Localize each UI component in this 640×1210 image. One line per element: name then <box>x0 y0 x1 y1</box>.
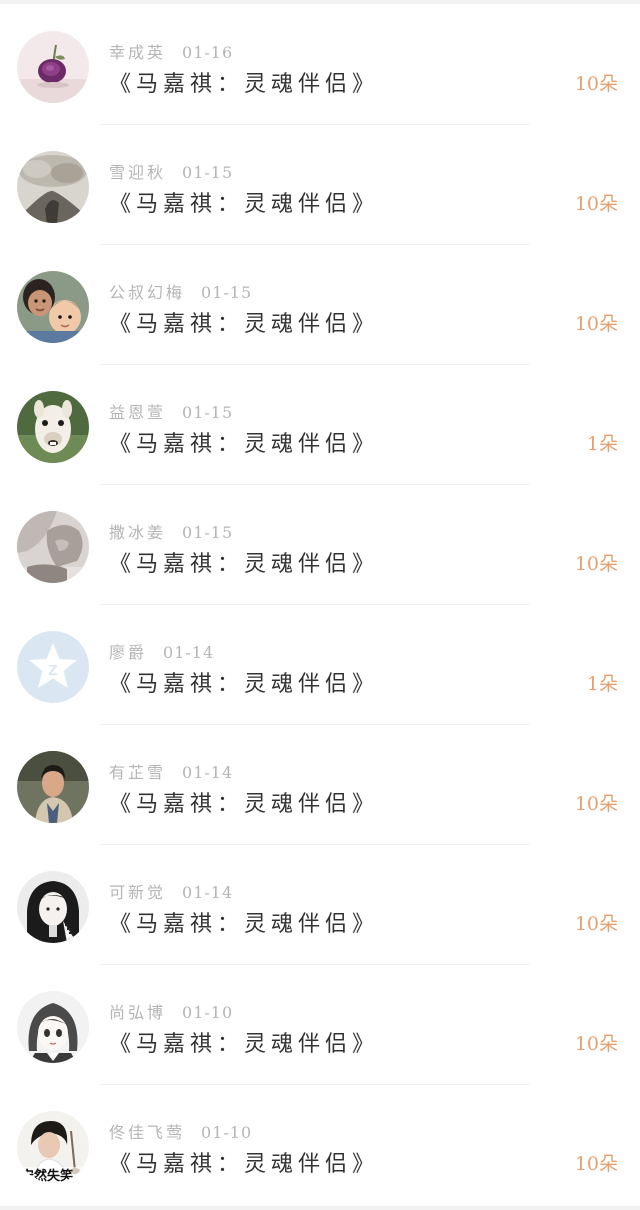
item-title: 《马嘉祺：灵魂伴侣》 <box>109 1152 380 1177</box>
item-meta: 公叔幻梅 01-15 <box>109 279 252 303</box>
item-meta: 可新觉 01-14 <box>109 879 233 903</box>
date-label: 01-15 <box>182 403 234 422</box>
date-label: 01-10 <box>201 1123 253 1142</box>
username[interactable]: 公叔幻梅 <box>109 283 185 302</box>
man-portrait-avatar-icon[interactable] <box>17 751 89 823</box>
item-meta: 有芷雪 01-14 <box>109 759 233 783</box>
item-meta: 幸成英 01-16 <box>109 39 233 63</box>
date-label: 01-15 <box>182 163 234 182</box>
item-title: 《马嘉祺：灵魂伴侣》 <box>109 192 380 217</box>
bw-portrait-avatar-icon[interactable] <box>17 871 89 943</box>
date-label: 01-16 <box>182 43 234 62</box>
list-item[interactable]: 安然失笑 佟佳飞莺 01-10 《马嘉祺：灵魂伴侣》 10朵 <box>0 1085 640 1205</box>
list-item[interactable]: 幸成英 01-16 《马嘉祺：灵魂伴侣》 10朵 <box>0 5 640 125</box>
date-label: 01-14 <box>182 763 234 782</box>
list-item[interactable]: 撒冰姜 01-15 《马嘉祺：灵魂伴侣》 10朵 <box>0 485 640 605</box>
item-title: 《马嘉祺：灵魂伴侣》 <box>109 672 380 697</box>
alpaca-avatar-icon[interactable] <box>17 391 89 463</box>
photo-avatar-icon[interactable] <box>17 511 89 583</box>
flower-count: 10朵 <box>574 1033 618 1055</box>
flower-count: 10朵 <box>574 313 618 335</box>
woman-portrait-avatar-icon[interactable]: 安然失笑 <box>17 1111 89 1183</box>
item-meta: 撒冰姜 01-15 <box>109 519 233 543</box>
flower-count: 10朵 <box>574 1153 618 1175</box>
date-label: 01-15 <box>182 523 234 542</box>
username[interactable]: 幸成英 <box>109 43 166 62</box>
username[interactable]: 尚弘博 <box>109 1003 166 1022</box>
item-title: 《马嘉祺：灵魂伴侣》 <box>109 432 380 457</box>
top-edge <box>0 0 640 4</box>
username[interactable]: 益恩萱 <box>109 403 166 422</box>
flower-count: 1朵 <box>586 673 618 695</box>
flower-count: 10朵 <box>574 193 618 215</box>
date-label: 01-14 <box>182 883 234 902</box>
list-item[interactable]: 公叔幻梅 01-15 《马嘉祺：灵魂伴侣》 10朵 <box>0 245 640 365</box>
flower-count: 10朵 <box>574 793 618 815</box>
monochrome-photo-avatar-icon[interactable] <box>17 151 89 223</box>
flower-count: 10朵 <box>574 913 618 935</box>
list-item[interactable]: 益恩萱 01-15 《马嘉祺：灵魂伴侣》 1朵 <box>0 365 640 485</box>
list-item[interactable]: 有芷雪 01-14 《马嘉祺：灵魂伴侣》 10朵 <box>0 725 640 845</box>
item-meta: 益恩萱 01-15 <box>109 399 233 423</box>
flower-count: 1朵 <box>586 433 618 455</box>
children-photo-avatar-icon[interactable] <box>17 271 89 343</box>
username[interactable]: 可新觉 <box>109 883 166 902</box>
avatar-caption: 安然失笑 <box>21 1168 73 1183</box>
item-meta: 廖爵 01-14 <box>109 639 214 663</box>
item-title: 《马嘉祺：灵魂伴侣》 <box>109 792 380 817</box>
item-meta: 佟佳飞莺 01-10 <box>109 1119 252 1143</box>
date-label: 01-10 <box>182 1003 234 1022</box>
flower-count: 10朵 <box>574 553 618 575</box>
username[interactable]: 有芷雪 <box>109 763 166 782</box>
username[interactable]: 佟佳飞莺 <box>109 1123 185 1142</box>
anime-girl-avatar-icon[interactable] <box>17 991 89 1063</box>
rose-avatar-icon[interactable] <box>17 31 89 103</box>
bottom-edge <box>0 1206 640 1210</box>
username[interactable]: 廖爵 <box>109 643 147 662</box>
list-item[interactable]: Z 廖爵 01-14 《马嘉祺：灵魂伴侣》 1朵 <box>0 605 640 725</box>
list-item[interactable]: 可新觉 01-14 《马嘉祺：灵魂伴侣》 10朵 <box>0 845 640 965</box>
item-meta: 尚弘博 01-10 <box>109 999 233 1023</box>
item-title: 《马嘉祺：灵魂伴侣》 <box>109 552 380 577</box>
item-title: 《马嘉祺：灵魂伴侣》 <box>109 312 380 337</box>
item-meta: 雪迎秋 01-15 <box>109 159 233 183</box>
svg-text:Z: Z <box>48 662 57 679</box>
username[interactable]: 撒冰姜 <box>109 523 166 542</box>
item-title: 《马嘉祺：灵魂伴侣》 <box>109 912 380 937</box>
list-item[interactable]: 雪迎秋 01-15 《马嘉祺：灵魂伴侣》 10朵 <box>0 125 640 245</box>
item-title: 《马嘉祺：灵魂伴侣》 <box>109 72 380 97</box>
list-item[interactable]: 尚弘博 01-10 《马嘉祺：灵魂伴侣》 10朵 <box>0 965 640 1085</box>
default-star-avatar-icon[interactable]: Z <box>17 631 89 703</box>
date-label: 01-15 <box>201 283 253 302</box>
item-title: 《马嘉祺：灵魂伴侣》 <box>109 1032 380 1057</box>
flower-count: 10朵 <box>574 73 618 95</box>
username[interactable]: 雪迎秋 <box>109 163 166 182</box>
date-label: 01-14 <box>163 643 215 662</box>
